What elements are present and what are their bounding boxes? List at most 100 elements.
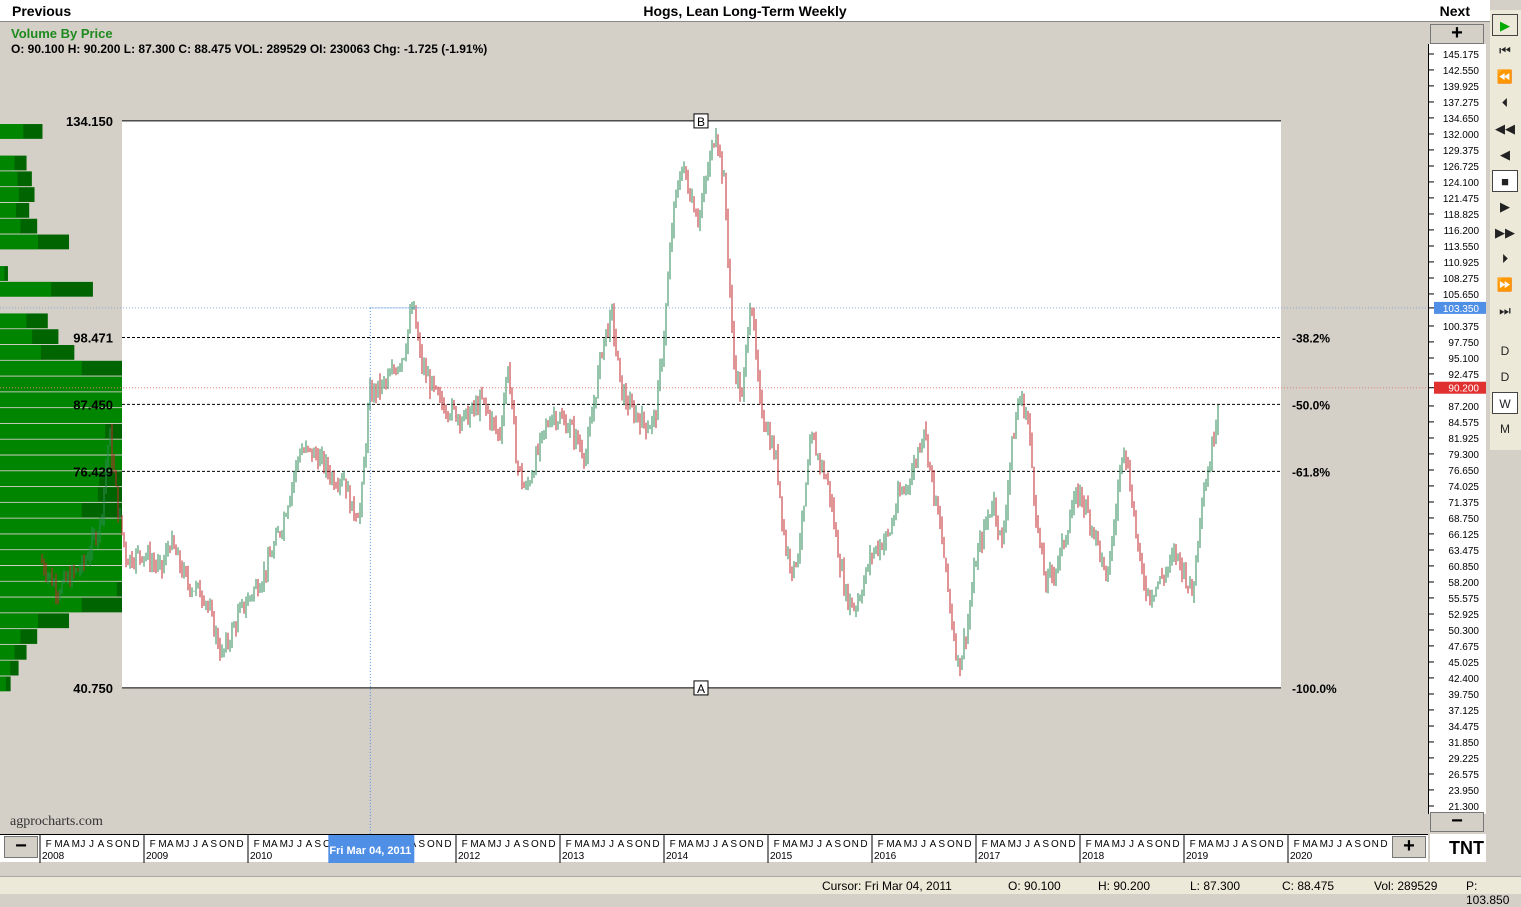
price-tick-label: 121.475 — [1443, 194, 1480, 205]
price-tick-label: 105.650 — [1443, 290, 1480, 301]
step-forward-icon[interactable]: ⏵ — [1492, 248, 1518, 270]
month-label: N — [1164, 839, 1171, 850]
price-tick-label: 71.375 — [1448, 498, 1479, 509]
month-label: M — [72, 839, 80, 850]
month-label: A — [167, 839, 174, 850]
time-axis[interactable]: 2008 F M A M J J A S O N D 2009 F M A M J J A S O N D 2010 F M A M J J… — [0, 834, 1428, 863]
month-label: N — [228, 839, 235, 850]
rewind-icon[interactable]: ◀◀ — [1492, 118, 1518, 140]
month-label: D — [132, 839, 139, 850]
price-chart[interactable]: 134.150 98.471 -38.2% 87.450 -50.0% 76.429 -61… — [0, 0, 1428, 834]
skip-forward-icon[interactable]: ⏩ — [1492, 274, 1518, 296]
month-label: O — [531, 839, 539, 850]
year-label: 2020 — [1290, 851, 1313, 862]
month-label: A — [583, 839, 590, 850]
month-label: S — [314, 839, 321, 850]
month-label: A — [826, 839, 833, 850]
month-label: O — [427, 839, 435, 850]
price-tick-label: 81.925 — [1448, 434, 1479, 445]
year-label: 2018 — [1082, 851, 1105, 862]
month-label: F — [566, 839, 572, 850]
month-label: A — [63, 839, 70, 850]
price-tick-label: 31.850 — [1448, 738, 1479, 749]
retracement-price-label: 87.450 — [73, 397, 113, 412]
forward-icon[interactable]: ▶ — [1492, 196, 1518, 218]
zoom-in-time-button[interactable]: + — [1392, 836, 1426, 858]
month-label: M — [904, 839, 912, 850]
period-button-w[interactable]: W — [1492, 392, 1518, 414]
volume-bar-light — [0, 266, 5, 281]
year-label: 2017 — [978, 851, 1001, 862]
price-tick-label: 60.850 — [1448, 562, 1479, 573]
month-label: M — [1302, 839, 1310, 850]
volume-bar-light — [0, 550, 123, 565]
month-label: J — [600, 839, 605, 850]
month-label: A — [514, 839, 521, 850]
back-icon[interactable]: ◀ — [1492, 144, 1518, 166]
month-label: A — [306, 839, 313, 850]
price-tick-label: 92.475 — [1448, 370, 1479, 381]
price-tick-label: 50.300 — [1448, 626, 1479, 637]
volume-bar-light — [0, 487, 98, 502]
month-label: S — [626, 839, 633, 850]
month-label: A — [1034, 839, 1041, 850]
month-label: S — [938, 839, 945, 850]
month-label: A — [618, 839, 625, 850]
first-icon[interactable]: ⏮ — [1492, 40, 1518, 62]
month-label: N — [1268, 839, 1275, 850]
volume-bar-light — [0, 202, 17, 218]
month-label: J — [912, 839, 917, 850]
point-a-label: A — [697, 682, 705, 696]
month-label: M — [592, 839, 600, 850]
next-button[interactable]: Next — [1440, 3, 1470, 19]
status-cursor: Cursor: Fri Mar 04, 2011 — [822, 879, 952, 893]
month-label: N — [124, 839, 131, 850]
price-axis[interactable]: 145.175 142.550 139.925 137.275 134.650 132.0… — [1428, 44, 1486, 814]
price-tick-label: 52.925 — [1448, 610, 1479, 621]
month-label: F — [46, 839, 52, 850]
period-button-d[interactable]: D — [1492, 340, 1518, 362]
month-label: A — [1311, 839, 1318, 850]
step-back-icon[interactable]: ⏴ — [1492, 92, 1518, 114]
retracement-percent-label: -100.0% — [1292, 682, 1337, 696]
volume-bar-light — [0, 124, 24, 139]
fast-forward-icon[interactable]: ▶▶ — [1492, 222, 1518, 244]
volume-bar-light — [0, 660, 11, 676]
month-label: A — [1103, 839, 1110, 850]
price-tick-label: 142.550 — [1443, 66, 1480, 77]
month-label: S — [1250, 839, 1257, 850]
year-label: 2016 — [874, 851, 897, 862]
price-tick-label: 74.025 — [1448, 482, 1479, 493]
month-label: F — [878, 839, 884, 850]
month-label: A — [895, 839, 902, 850]
volume-bar-light — [0, 597, 82, 613]
month-label: M — [1008, 839, 1016, 850]
month-label: D — [1380, 839, 1387, 850]
month-label: S — [834, 839, 841, 850]
month-label: D — [444, 839, 451, 850]
price-tick-label: 95.100 — [1448, 354, 1479, 365]
month-label: J — [1337, 839, 1342, 850]
retracement-price-label: 40.750 — [73, 681, 113, 696]
period-button-d[interactable]: D — [1492, 366, 1518, 388]
play-icon[interactable]: ▶ — [1492, 14, 1518, 36]
last-icon[interactable]: ⏭ — [1492, 300, 1518, 322]
zoom-in-price-button[interactable]: + — [1430, 23, 1484, 44]
year-label: 2010 — [250, 851, 273, 862]
volume-bar-light — [0, 234, 38, 250]
status-close: C: 88.475 — [1282, 879, 1335, 893]
month-label: M — [782, 839, 790, 850]
stop-icon[interactable]: ■ — [1492, 170, 1518, 192]
period-button-m[interactable]: M — [1492, 418, 1518, 440]
fast-back-icon[interactable]: ⏪ — [1492, 66, 1518, 88]
zoom-out-price-button[interactable]: − — [1430, 811, 1484, 832]
zoom-out-time-button[interactable]: − — [4, 836, 38, 858]
price-tick-label: 42.400 — [1448, 674, 1479, 685]
volume-bar-light — [0, 629, 21, 644]
month-label: A — [479, 839, 486, 850]
month-label: J — [704, 839, 709, 850]
month-label: M — [886, 839, 894, 850]
volume-bar-light — [0, 313, 27, 329]
month-label: N — [956, 839, 963, 850]
volume-bar-light — [0, 644, 15, 660]
